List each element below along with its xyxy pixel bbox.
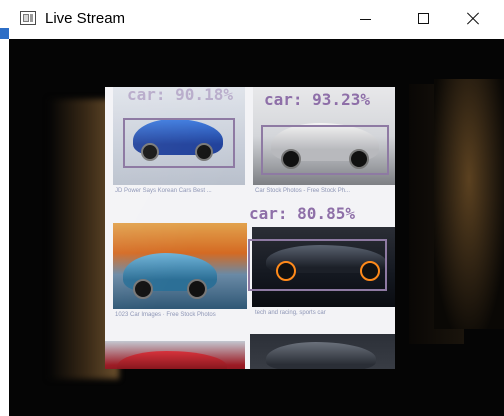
maximize-button[interactable] [400,0,446,39]
thumbnail-caption: JD Power Says Korean Cars Best ... [115,188,212,194]
detection-label: car: 90.18% [127,85,233,104]
car-thumbnail [113,223,247,309]
video-frame: JD Power Says Korean Cars Best ... Car S… [9,39,504,416]
maximize-icon [418,13,429,24]
car-thumbnail [105,341,245,369]
detection-label: car: 80.85% [249,204,355,223]
thumbnail-caption: 1023 Car Images · Free Stock Photos [115,312,216,318]
detection-box [261,125,389,175]
window-title: Live Stream [45,10,126,27]
app-window: Live Stream JD Power Says Korean Cars Be… [0,0,504,416]
detection-label: car: 93.23% [264,90,370,109]
minimize-icon [360,19,371,20]
thumbnail-caption: tech and racing, sports car [255,310,326,316]
taskbar-edge [0,0,9,39]
close-button[interactable] [450,0,496,39]
car-thumbnail [250,334,395,369]
title-bar[interactable]: Live Stream [0,0,504,39]
detection-box [123,118,235,168]
thumbnail-caption: Car Stock Photos - Free Stock Ph... [255,188,351,194]
app-icon [20,11,36,25]
close-icon [467,13,479,25]
detection-box [248,239,387,291]
background-decor-right [434,79,504,329]
minimize-button[interactable] [342,0,388,39]
